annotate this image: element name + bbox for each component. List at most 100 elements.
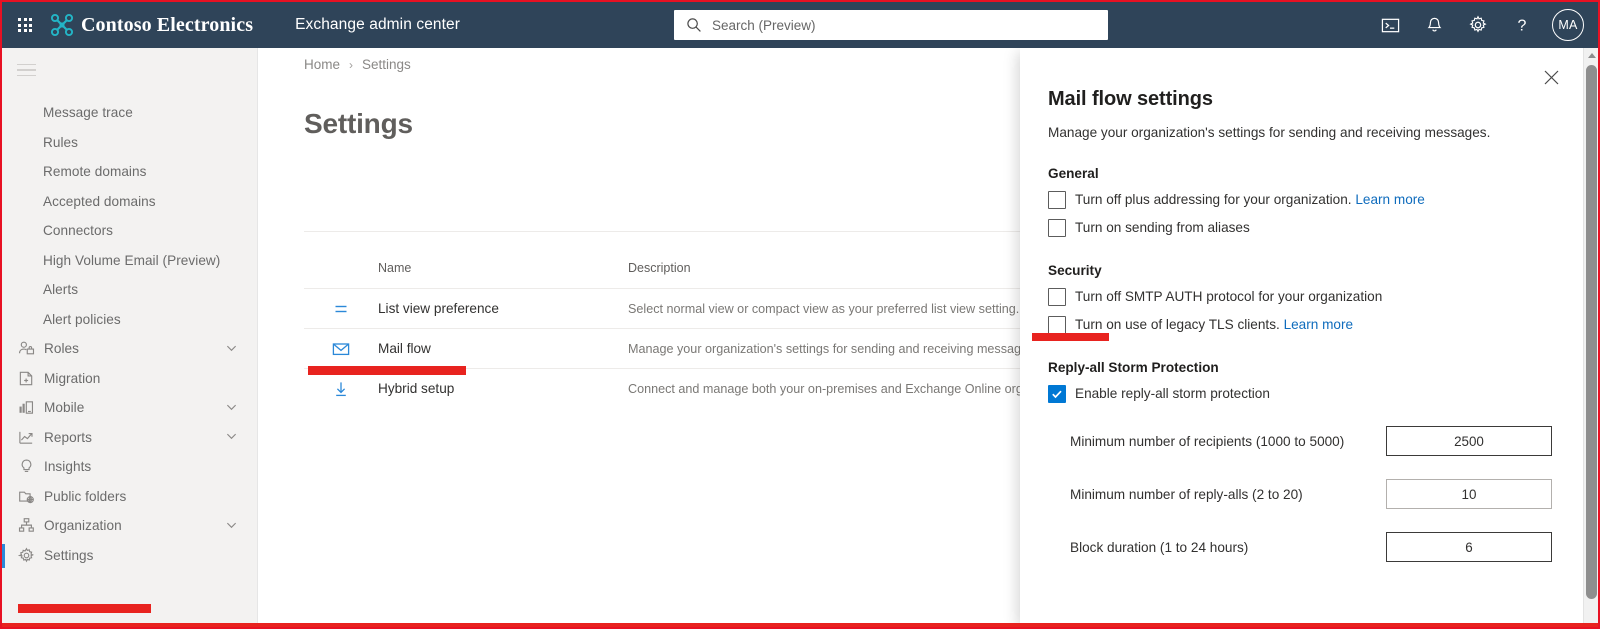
field-label: Minimum number of recipients (1000 to 50…: [1070, 433, 1345, 449]
contoso-logo-icon: [50, 13, 74, 37]
reports-chart-icon: [17, 428, 35, 446]
checkbox-row[interactable]: Turn on use of legacy TLS clients. Learn…: [1048, 315, 1552, 334]
help-question-icon[interactable]: ?: [1500, 2, 1544, 48]
public-folders-icon: [17, 487, 35, 505]
checkbox-row[interactable]: Enable reply-all storm protection: [1048, 384, 1552, 403]
settings-gear-icon[interactable]: [1456, 2, 1500, 48]
checkbox-row[interactable]: Turn off plus addressing for your organi…: [1048, 190, 1552, 209]
learn-more-link[interactable]: Learn more: [1284, 317, 1354, 332]
panel-description: Manage your organization's settings for …: [1048, 125, 1491, 140]
migration-icon: [17, 369, 35, 387]
sidebar-item-rules[interactable]: Rules: [2, 128, 257, 158]
numeric-field-row: Block duration (1 to 24 hours): [1048, 532, 1552, 562]
organization-icon: [17, 517, 35, 535]
search-input[interactable]: [712, 12, 1092, 38]
suite-actions: ? MA: [1368, 2, 1592, 48]
checkbox-label: Turn on sending from aliases: [1075, 220, 1250, 235]
sidebar-item-mobile[interactable]: Mobile: [2, 393, 257, 423]
checkbox-icon[interactable]: [1048, 191, 1066, 209]
sidebar-item-alerts[interactable]: Alerts: [2, 275, 257, 305]
numeric-field-row: Minimum number of recipients (1000 to 50…: [1048, 426, 1552, 456]
chevron-down-icon[interactable]: [226, 430, 237, 445]
section-heading: Security: [1048, 263, 1102, 278]
insights-lightbulb-icon: [17, 458, 35, 476]
field-label: Block duration (1 to 24 hours): [1070, 539, 1249, 555]
sidebar-item-alert-policies[interactable]: Alert policies: [2, 305, 257, 335]
svg-text:?: ?: [1518, 18, 1527, 35]
sidebar-item-remote-domains[interactable]: Remote domains: [2, 157, 257, 187]
table-header-name: Name: [378, 261, 412, 275]
sidebar-item-label: Reports: [44, 429, 92, 445]
checkbox-row[interactable]: Turn off SMTP AUTH protocol for your org…: [1048, 287, 1552, 306]
checkbox-label: Turn off plus addressing for your organi…: [1075, 192, 1352, 207]
avatar[interactable]: MA: [1552, 9, 1584, 41]
field-label: Minimum number of reply-alls (2 to 20): [1070, 486, 1303, 502]
sidebar-item-connectors[interactable]: Connectors: [2, 216, 257, 246]
close-icon[interactable]: [1536, 62, 1566, 92]
sidebar-item-label: High Volume Email (Preview): [43, 252, 221, 268]
table-cell-name: Mail flow: [378, 341, 431, 356]
checkbox-label-wrap: Turn on use of legacy TLS clients. Learn…: [1075, 315, 1353, 334]
page-title: Settings: [304, 108, 413, 139]
annotation-bottom-border: [2, 623, 1598, 627]
chevron-down-icon[interactable]: [226, 400, 237, 415]
app-launcher-waffle-icon[interactable]: [2, 2, 48, 48]
sidebar-item-message-trace[interactable]: Message trace: [2, 98, 257, 128]
sidebar-item-label: Accepted domains: [43, 193, 156, 209]
sidebar-item-label: Migration: [44, 370, 101, 386]
sidebar-item-migration[interactable]: Migration: [2, 364, 257, 394]
checkbox-row[interactable]: Turn on sending from aliases: [1048, 218, 1552, 237]
sidebar-item-label: Organization: [44, 518, 122, 534]
field-input[interactable]: [1386, 532, 1552, 562]
checkbox-label-wrap: Turn off plus addressing for your organi…: [1075, 190, 1425, 209]
list-view-icon: [304, 300, 378, 318]
panel-scrollbar[interactable]: [1583, 48, 1598, 627]
scroll-up-arrow-icon[interactable]: [1584, 48, 1598, 63]
sidebar-item-settings[interactable]: Settings: [2, 541, 257, 571]
sidebar-item-reports[interactable]: Reports: [2, 423, 257, 453]
sidebar-item-label: Alert policies: [43, 311, 121, 327]
nav-items-list: Message trace Rules Remote domains Accepted…: [2, 98, 257, 570]
breadcrumb: Home › Settings: [304, 57, 411, 72]
cloud-shell-icon[interactable]: [1368, 2, 1412, 48]
panel-sections: General Turn off plus addressing for your…: [1048, 166, 1552, 562]
sidebar-item-insights[interactable]: Insights: [2, 452, 257, 482]
sidebar-item-high-volume-email-preview[interactable]: High Volume Email (Preview): [2, 246, 257, 276]
breadcrumb-item-settings[interactable]: Settings: [362, 57, 411, 72]
settings-gear-icon: [17, 546, 35, 564]
checkbox-label: Enable reply-all storm protection: [1075, 386, 1270, 401]
field-input[interactable]: [1386, 479, 1552, 509]
global-search-box[interactable]: [674, 10, 1108, 40]
exchange-admin-center-window: Contoso Electronics Exchange admin cente…: [0, 0, 1600, 629]
checkbox-icon[interactable]: [1048, 219, 1066, 237]
checkbox-icon[interactable]: [1048, 316, 1066, 334]
annotation-settings-nav-underline: [18, 604, 151, 613]
section-heading: General: [1048, 166, 1099, 181]
checkbox-label-wrap: Enable reply-all storm protection: [1075, 384, 1270, 403]
panel-title: Mail flow settings: [1048, 88, 1213, 110]
panel-body: Mail flow settings Manage your organizat…: [1020, 48, 1586, 562]
app-name: Exchange admin center: [295, 16, 461, 33]
sidebar-item-label: Public folders: [44, 488, 127, 504]
checkbox-label-wrap: Turn on sending from aliases: [1075, 218, 1250, 237]
breadcrumb-item-home[interactable]: Home: [304, 57, 340, 72]
suite-header-bar: Contoso Electronics Exchange admin cente…: [2, 2, 1598, 48]
notifications-bell-icon[interactable]: [1412, 2, 1456, 48]
mail-envelope-icon: [304, 339, 378, 359]
chevron-down-icon[interactable]: [226, 341, 237, 356]
learn-more-link[interactable]: Learn more: [1355, 192, 1425, 207]
sidebar-item-organization[interactable]: Organization: [2, 511, 257, 541]
field-input[interactable]: [1386, 426, 1552, 456]
checkbox-icon[interactable]: [1048, 385, 1066, 403]
scrollbar-thumb[interactable]: [1586, 65, 1597, 599]
sidebar-item-public-folders[interactable]: Public folders: [2, 482, 257, 512]
search-icon: [686, 17, 702, 33]
nav-collapse-hamburger-icon[interactable]: [2, 50, 50, 90]
sidebar-item-accepted-domains[interactable]: Accepted domains: [2, 187, 257, 217]
avatar-initials: MA: [1558, 18, 1578, 32]
chevron-down-icon[interactable]: [226, 518, 237, 533]
checkbox-icon[interactable]: [1048, 288, 1066, 306]
sidebar-item-roles[interactable]: Roles: [2, 334, 257, 364]
breadcrumb-separator-icon: ›: [349, 57, 354, 72]
roles-person-icon: [17, 340, 35, 358]
